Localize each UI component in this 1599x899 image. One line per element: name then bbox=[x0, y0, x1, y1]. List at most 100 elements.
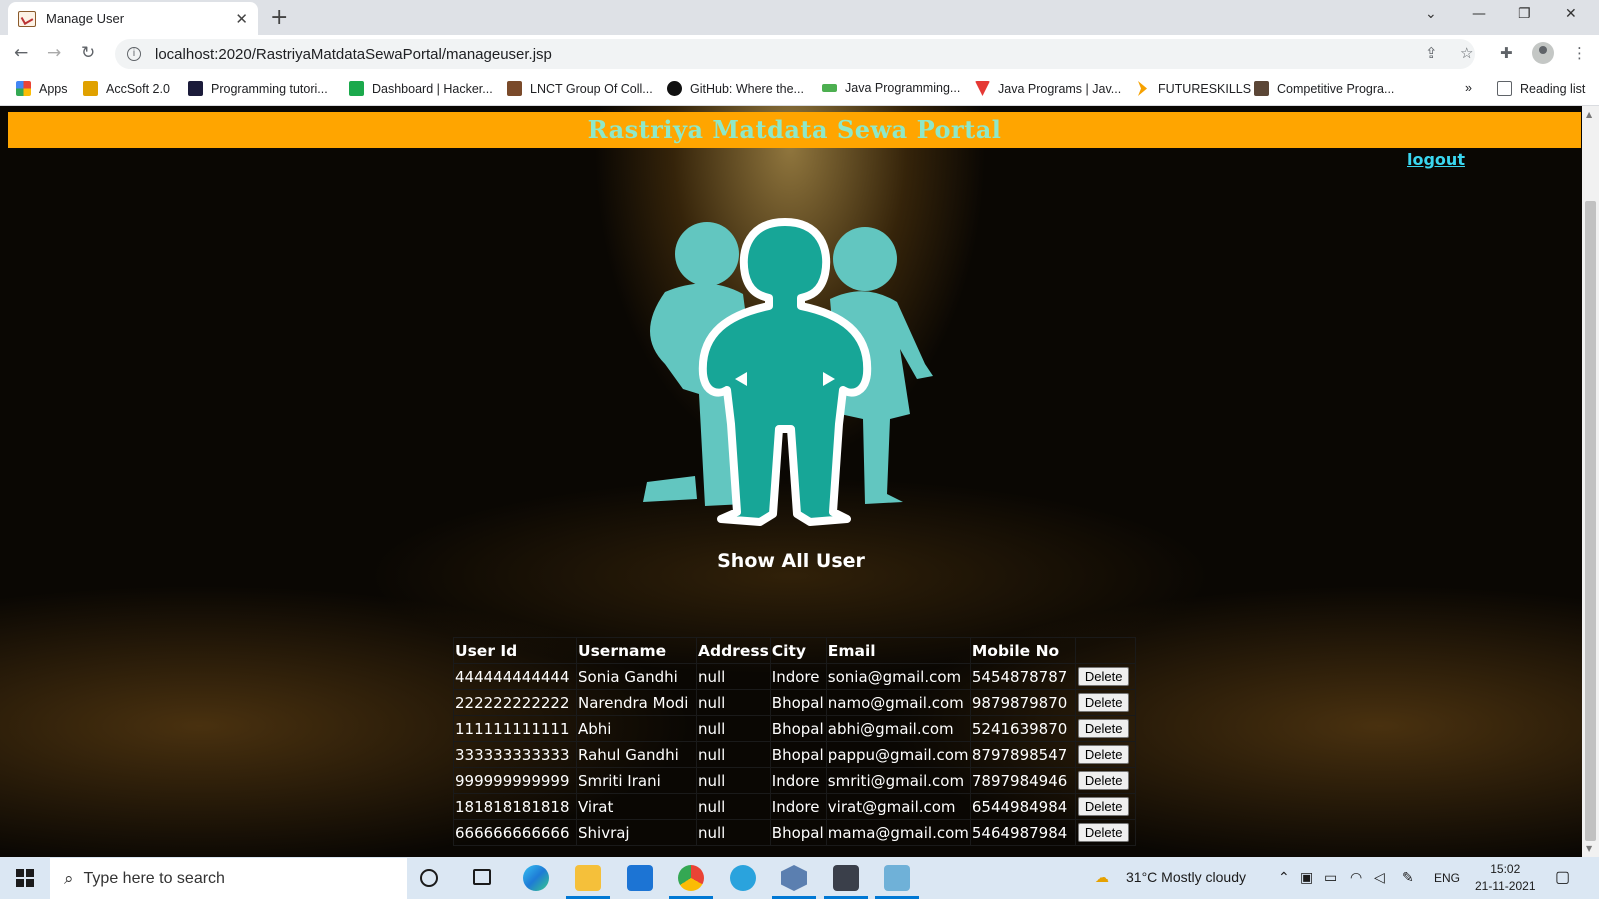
profile-avatar-icon[interactable] bbox=[1532, 42, 1554, 64]
cell-mobile: 6544984984 bbox=[969, 793, 1076, 820]
cell-user-id: 222222222222 bbox=[453, 689, 577, 716]
file-explorer-icon[interactable] bbox=[575, 865, 601, 891]
chrome-browser-icon[interactable] bbox=[678, 865, 704, 891]
task-view-icon[interactable] bbox=[473, 869, 491, 885]
bookmark-github[interactable]: GitHub: Where the... bbox=[667, 81, 804, 96]
battery-icon[interactable]: ▭ bbox=[1324, 869, 1337, 886]
taskbar-search-box[interactable]: ⌕ Type here to search bbox=[50, 858, 407, 899]
table-row: 666666666666 Shivraj null Bhopal mama@gm… bbox=[453, 819, 1136, 846]
cell-email: abhi@gmail.com bbox=[825, 715, 971, 742]
logout-link[interactable]: logout bbox=[1407, 150, 1465, 169]
search-placeholder: Type here to search bbox=[83, 869, 225, 887]
column-header-username: Username bbox=[576, 637, 697, 664]
bookmark-lnct[interactable]: LNCT Group Of Coll... bbox=[507, 81, 653, 96]
tab-close-icon[interactable]: ✕ bbox=[235, 10, 248, 28]
delete-button[interactable]: Delete bbox=[1077, 745, 1130, 764]
column-header-city: City bbox=[769, 637, 827, 664]
tab-manage-user[interactable]: Manage User ✕ bbox=[8, 2, 258, 35]
volume-icon[interactable]: ◁ bbox=[1374, 869, 1385, 886]
table-row: 999999999999 Smriti Irani null Indore sm… bbox=[453, 767, 1136, 794]
weather-cloud-icon[interactable]: ☁ bbox=[1095, 869, 1109, 886]
column-header-address: Address bbox=[696, 637, 771, 664]
scrollbar-thumb[interactable] bbox=[1585, 201, 1596, 841]
more-bookmarks-icon: » bbox=[1465, 81, 1472, 95]
hackerrank-icon bbox=[349, 81, 364, 96]
cell-city: Bhopal bbox=[769, 689, 827, 716]
reading-list-icon bbox=[1497, 81, 1512, 96]
forward-arrow-icon[interactable]: → bbox=[47, 43, 61, 63]
scroll-down-arrow-icon[interactable]: ▼ bbox=[1586, 844, 1592, 853]
section-title: Show All User bbox=[717, 550, 865, 572]
browser-toolbar: ← → ↻ i localhost:2020/RastriyaMatdataSe… bbox=[0, 35, 1599, 73]
network-monitor-icon[interactable]: ▣ bbox=[1300, 869, 1313, 886]
cell-username: Sonia Gandhi bbox=[576, 663, 697, 690]
reload-icon[interactable]: ↻ bbox=[81, 43, 95, 63]
restore-icon[interactable]: ❐ bbox=[1518, 6, 1531, 22]
site-info-icon[interactable]: i bbox=[127, 47, 141, 61]
cell-action: Delete bbox=[1074, 819, 1136, 846]
mail-icon[interactable] bbox=[627, 865, 653, 891]
address-bar[interactable]: i localhost:2020/RastriyaMatdataSewaPort… bbox=[115, 39, 1475, 69]
cell-action: Delete bbox=[1074, 715, 1136, 742]
bookmark-label: Java Programs | Jav... bbox=[998, 81, 1122, 96]
telegram-icon[interactable] bbox=[730, 865, 756, 891]
extensions-puzzle-icon[interactable]: ✚ bbox=[1500, 44, 1513, 62]
notifications-icon[interactable]: ▢ bbox=[1555, 867, 1570, 887]
minimize-icon[interactable]: — bbox=[1472, 6, 1486, 22]
reading-list-button[interactable]: Reading list bbox=[1497, 81, 1585, 96]
pen-icon[interactable]: ✎ bbox=[1402, 869, 1414, 886]
column-header-mobile: Mobile No bbox=[969, 637, 1076, 664]
clock-time: 15:02 bbox=[1490, 862, 1521, 876]
more-bookmarks-chevron[interactable]: » bbox=[1465, 81, 1472, 95]
lnct-icon bbox=[507, 81, 522, 96]
language-indicator[interactable]: ENG bbox=[1434, 871, 1460, 885]
new-tab-plus-icon[interactable]: + bbox=[270, 5, 288, 30]
cell-username: Shivraj bbox=[576, 819, 697, 846]
tab-search-chevron-icon[interactable]: ⌄ bbox=[1425, 6, 1437, 22]
app-window-icon[interactable] bbox=[884, 865, 910, 891]
weather-text[interactable]: 31°C Mostly cloudy bbox=[1126, 869, 1246, 885]
delete-button[interactable]: Delete bbox=[1077, 667, 1130, 686]
bookmark-hackerrank[interactable]: Dashboard | Hacker... bbox=[349, 81, 493, 96]
delete-button[interactable]: Delete bbox=[1077, 693, 1130, 712]
delete-button[interactable]: Delete bbox=[1077, 771, 1130, 790]
close-window-icon[interactable]: ✕ bbox=[1565, 6, 1577, 22]
users-group-icon bbox=[643, 218, 933, 526]
virtualbox-cube-icon[interactable] bbox=[781, 865, 807, 891]
clock[interactable]: 15:02 21-11-2021 bbox=[1475, 861, 1536, 895]
bookmark-futureskills[interactable]: FUTURESKILLS bbox=[1135, 81, 1251, 96]
delete-button[interactable]: Delete bbox=[1077, 797, 1130, 816]
cell-mobile: 8797898547 bbox=[969, 741, 1076, 768]
cell-mobile: 7897984946 bbox=[969, 767, 1076, 794]
cell-action: Delete bbox=[1074, 663, 1136, 690]
bookmark-apps[interactable]: Apps bbox=[16, 81, 68, 96]
bookmark-java-programming[interactable]: Java Programming... bbox=[822, 81, 960, 95]
delete-button[interactable]: Delete bbox=[1077, 719, 1130, 738]
bookmark-programming-tutorials[interactable]: Programming tutori... bbox=[188, 81, 328, 96]
cell-user-id: 181818181818 bbox=[453, 793, 577, 820]
back-arrow-icon[interactable]: ← bbox=[14, 43, 28, 63]
tab-strip: Manage User ✕ + ⌄ — ❐ ✕ bbox=[0, 0, 1599, 35]
edge-browser-icon[interactable] bbox=[523, 865, 549, 891]
cell-username: Smriti Irani bbox=[576, 767, 697, 794]
menu-kebab-icon[interactable]: ⋮ bbox=[1572, 44, 1587, 62]
wifi-icon[interactable]: ◠ bbox=[1350, 869, 1362, 886]
bookmark-competitive-programming[interactable]: Competitive Progra... bbox=[1254, 81, 1394, 96]
windows-taskbar: ⌕ Type here to search ☁ 31°C Mostly clou… bbox=[0, 857, 1599, 899]
bookmark-accsoft[interactable]: AccSoft 2.0 bbox=[83, 81, 170, 96]
share-icon[interactable]: ⇪ bbox=[1425, 44, 1438, 62]
windows-start-icon[interactable] bbox=[16, 869, 34, 887]
bookmark-star-icon[interactable]: ☆ bbox=[1460, 44, 1473, 62]
bookmark-java-programs[interactable]: Java Programs | Jav... bbox=[975, 81, 1121, 96]
hidden-icons-chevron-icon[interactable]: ⌃ bbox=[1278, 869, 1290, 886]
table-row: 222222222222 Narendra Modi null Bhopal n… bbox=[453, 689, 1136, 716]
delete-button[interactable]: Delete bbox=[1077, 823, 1130, 842]
scroll-up-arrow-icon[interactable]: ▲ bbox=[1586, 110, 1592, 119]
reading-list-label: Reading list bbox=[1520, 81, 1586, 96]
terminal-window-icon[interactable] bbox=[833, 865, 859, 891]
cortana-circle-icon[interactable] bbox=[420, 869, 438, 887]
java-programming-icon bbox=[822, 84, 837, 92]
page-scrollbar[interactable]: ▲ ▼ bbox=[1582, 106, 1599, 857]
cell-city: Bhopal bbox=[769, 715, 827, 742]
cell-address: null bbox=[696, 767, 771, 794]
